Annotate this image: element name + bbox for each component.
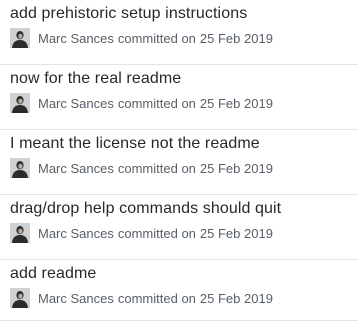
- commit-action: committed on: [117, 95, 196, 111]
- commit-action: committed on: [117, 290, 196, 306]
- commit-message-link[interactable]: drag/drop help commands should quit: [10, 200, 281, 218]
- commit-message-link[interactable]: I meant the license not the readme: [10, 135, 260, 153]
- commit-author[interactable]: Marc Sances: [38, 31, 114, 46]
- commit-date: 25 Feb 2019: [199, 30, 273, 46]
- commit-item: add readme Marc Sances committed on 25 F…: [0, 260, 358, 321]
- commit-item: now for the real readme Marc Sances comm…: [0, 65, 358, 130]
- commit-action: committed on: [117, 30, 196, 46]
- commit-item: drag/drop help commands should quit Marc…: [0, 195, 358, 260]
- commit-message-link[interactable]: now for the real readme: [10, 70, 181, 88]
- commit-item: I meant the license not the readme Marc …: [0, 130, 358, 195]
- avatar[interactable]: [10, 93, 30, 113]
- commit-message-link[interactable]: add prehistoric setup instructions: [10, 5, 247, 23]
- avatar[interactable]: [10, 223, 30, 243]
- avatar[interactable]: [10, 158, 30, 178]
- commit-date: 25 Feb 2019: [199, 95, 273, 111]
- commit-item: add prehistoric setup instructions Marc …: [0, 0, 358, 65]
- commit-author[interactable]: Marc Sances: [38, 291, 114, 306]
- commit-date: 25 Feb 2019: [199, 225, 273, 241]
- commit-author[interactable]: Marc Sances: [38, 161, 114, 176]
- commit-message-link[interactable]: add readme: [10, 265, 96, 283]
- commit-date: 25 Feb 2019: [199, 290, 273, 306]
- commit-meta: Marc Sances committed on 25 Feb 2019: [10, 27, 273, 49]
- commit-meta: Marc Sances committed on 25 Feb 2019: [10, 287, 273, 309]
- commit-meta: Marc Sances committed on 25 Feb 2019: [10, 222, 273, 244]
- commit-author[interactable]: Marc Sances: [38, 96, 114, 111]
- commit-meta: Marc Sances committed on 25 Feb 2019: [10, 157, 273, 179]
- commit-list: add prehistoric setup instructions Marc …: [0, 0, 358, 321]
- avatar[interactable]: [10, 28, 30, 48]
- commit-action: committed on: [117, 225, 196, 241]
- avatar[interactable]: [10, 288, 30, 308]
- commit-author[interactable]: Marc Sances: [38, 226, 114, 241]
- commit-date: 25 Feb 2019: [199, 160, 273, 176]
- commit-action: committed on: [117, 160, 196, 176]
- commit-meta: Marc Sances committed on 25 Feb 2019: [10, 92, 273, 114]
